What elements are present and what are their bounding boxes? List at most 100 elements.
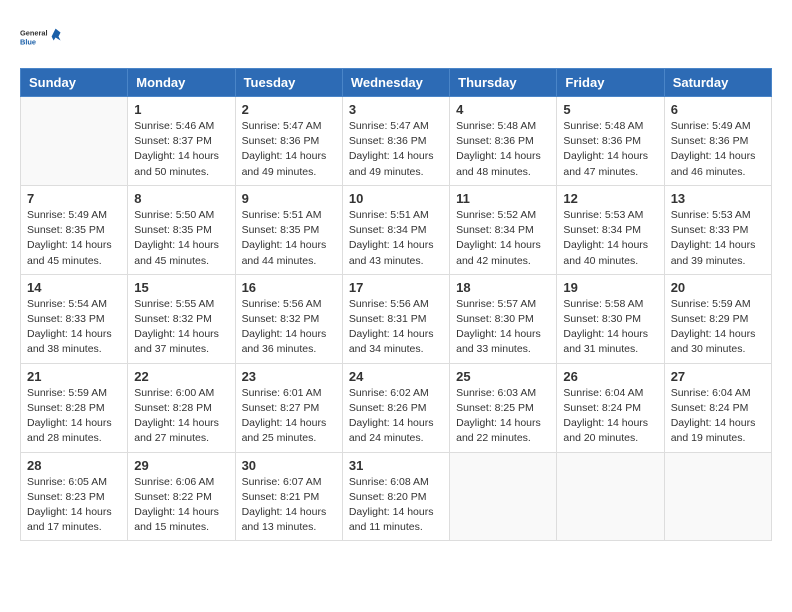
header: General Blue bbox=[20, 16, 772, 58]
calendar-cell: 29 Sunrise: 6:06 AM Sunset: 8:22 PM Dayli… bbox=[128, 452, 235, 541]
day-number: 23 bbox=[242, 369, 336, 384]
day-number: 2 bbox=[242, 102, 336, 117]
calendar-header-saturday: Saturday bbox=[664, 69, 771, 97]
calendar-cell: 3 Sunrise: 5:47 AM Sunset: 8:36 PM Daylig… bbox=[342, 97, 449, 186]
day-number: 7 bbox=[27, 191, 121, 206]
day-info: Sunrise: 6:02 AM Sunset: 8:26 PM Dayligh… bbox=[349, 386, 443, 447]
day-number: 12 bbox=[563, 191, 657, 206]
day-info: Sunrise: 5:59 AM Sunset: 8:29 PM Dayligh… bbox=[671, 297, 765, 358]
day-number: 30 bbox=[242, 458, 336, 473]
calendar-header-thursday: Thursday bbox=[450, 69, 557, 97]
calendar-cell: 15 Sunrise: 5:55 AM Sunset: 8:32 PM Dayli… bbox=[128, 274, 235, 363]
day-info: Sunrise: 6:04 AM Sunset: 8:24 PM Dayligh… bbox=[671, 386, 765, 447]
day-number: 22 bbox=[134, 369, 228, 384]
calendar-cell bbox=[664, 452, 771, 541]
calendar-header-row: SundayMondayTuesdayWednesdayThursdayFrid… bbox=[21, 69, 772, 97]
day-info: Sunrise: 5:47 AM Sunset: 8:36 PM Dayligh… bbox=[349, 119, 443, 180]
svg-text:General: General bbox=[20, 29, 48, 38]
day-info: Sunrise: 5:58 AM Sunset: 8:30 PM Dayligh… bbox=[563, 297, 657, 358]
day-number: 3 bbox=[349, 102, 443, 117]
day-info: Sunrise: 5:47 AM Sunset: 8:36 PM Dayligh… bbox=[242, 119, 336, 180]
calendar-cell: 27 Sunrise: 6:04 AM Sunset: 8:24 PM Dayli… bbox=[664, 363, 771, 452]
day-number: 26 bbox=[563, 369, 657, 384]
day-number: 27 bbox=[671, 369, 765, 384]
day-info: Sunrise: 5:51 AM Sunset: 8:35 PM Dayligh… bbox=[242, 208, 336, 269]
calendar-cell: 17 Sunrise: 5:56 AM Sunset: 8:31 PM Dayli… bbox=[342, 274, 449, 363]
day-number: 6 bbox=[671, 102, 765, 117]
day-number: 21 bbox=[27, 369, 121, 384]
day-info: Sunrise: 5:48 AM Sunset: 8:36 PM Dayligh… bbox=[456, 119, 550, 180]
day-info: Sunrise: 5:53 AM Sunset: 8:33 PM Dayligh… bbox=[671, 208, 765, 269]
logo: General Blue bbox=[20, 16, 62, 58]
calendar-cell: 8 Sunrise: 5:50 AM Sunset: 8:35 PM Daylig… bbox=[128, 185, 235, 274]
day-info: Sunrise: 6:05 AM Sunset: 8:23 PM Dayligh… bbox=[27, 475, 121, 536]
day-info: Sunrise: 5:56 AM Sunset: 8:31 PM Dayligh… bbox=[349, 297, 443, 358]
day-info: Sunrise: 5:52 AM Sunset: 8:34 PM Dayligh… bbox=[456, 208, 550, 269]
logo-svg: General Blue bbox=[20, 16, 62, 58]
calendar-cell: 2 Sunrise: 5:47 AM Sunset: 8:36 PM Daylig… bbox=[235, 97, 342, 186]
day-number: 29 bbox=[134, 458, 228, 473]
calendar-cell bbox=[450, 452, 557, 541]
calendar-cell: 22 Sunrise: 6:00 AM Sunset: 8:28 PM Dayli… bbox=[128, 363, 235, 452]
day-number: 31 bbox=[349, 458, 443, 473]
day-number: 1 bbox=[134, 102, 228, 117]
day-number: 17 bbox=[349, 280, 443, 295]
calendar-header-friday: Friday bbox=[557, 69, 664, 97]
day-number: 8 bbox=[134, 191, 228, 206]
day-info: Sunrise: 5:53 AM Sunset: 8:34 PM Dayligh… bbox=[563, 208, 657, 269]
calendar-cell: 4 Sunrise: 5:48 AM Sunset: 8:36 PM Daylig… bbox=[450, 97, 557, 186]
day-info: Sunrise: 5:54 AM Sunset: 8:33 PM Dayligh… bbox=[27, 297, 121, 358]
calendar-week-4: 21Sunrise: 5:59 AM Sunset: 8:28 PM Dayli… bbox=[21, 363, 772, 452]
calendar-week-5: 28 Sunrise: 6:05 AM Sunset: 8:23 PM Dayli… bbox=[21, 452, 772, 541]
calendar-week-1: 1 Sunrise: 5:46 AM Sunset: 8:37 PM Daylig… bbox=[21, 97, 772, 186]
calendar-cell: 24Sunrise: 6:02 AM Sunset: 8:26 PM Dayli… bbox=[342, 363, 449, 452]
calendar-cell: 23 Sunrise: 6:01 AM Sunset: 8:27 PM Dayli… bbox=[235, 363, 342, 452]
calendar-cell: 25Sunrise: 6:03 AM Sunset: 8:25 PM Dayli… bbox=[450, 363, 557, 452]
day-info: Sunrise: 6:00 AM Sunset: 8:28 PM Dayligh… bbox=[134, 386, 228, 447]
day-number: 10 bbox=[349, 191, 443, 206]
calendar-cell: 20 Sunrise: 5:59 AM Sunset: 8:29 PM Dayli… bbox=[664, 274, 771, 363]
day-info: Sunrise: 6:03 AM Sunset: 8:25 PM Dayligh… bbox=[456, 386, 550, 447]
calendar-cell: 18Sunrise: 5:57 AM Sunset: 8:30 PM Dayli… bbox=[450, 274, 557, 363]
calendar-cell: 16Sunrise: 5:56 AM Sunset: 8:32 PM Dayli… bbox=[235, 274, 342, 363]
day-info: Sunrise: 5:46 AM Sunset: 8:37 PM Dayligh… bbox=[134, 119, 228, 180]
calendar-cell: 12 Sunrise: 5:53 AM Sunset: 8:34 PM Dayli… bbox=[557, 185, 664, 274]
day-number: 18 bbox=[456, 280, 550, 295]
day-number: 28 bbox=[27, 458, 121, 473]
calendar-header-wednesday: Wednesday bbox=[342, 69, 449, 97]
calendar-cell: 7 Sunrise: 5:49 AM Sunset: 8:35 PM Daylig… bbox=[21, 185, 128, 274]
day-number: 15 bbox=[134, 280, 228, 295]
day-number: 13 bbox=[671, 191, 765, 206]
calendar-cell: 9 Sunrise: 5:51 AM Sunset: 8:35 PM Daylig… bbox=[235, 185, 342, 274]
day-info: Sunrise: 5:56 AM Sunset: 8:32 PM Dayligh… bbox=[242, 297, 336, 358]
calendar-cell: 10Sunrise: 5:51 AM Sunset: 8:34 PM Dayli… bbox=[342, 185, 449, 274]
calendar-cell: 5 Sunrise: 5:48 AM Sunset: 8:36 PM Daylig… bbox=[557, 97, 664, 186]
calendar-cell bbox=[557, 452, 664, 541]
day-info: Sunrise: 5:50 AM Sunset: 8:35 PM Dayligh… bbox=[134, 208, 228, 269]
calendar-header-monday: Monday bbox=[128, 69, 235, 97]
day-info: Sunrise: 6:06 AM Sunset: 8:22 PM Dayligh… bbox=[134, 475, 228, 536]
day-info: Sunrise: 5:49 AM Sunset: 8:35 PM Dayligh… bbox=[27, 208, 121, 269]
calendar-table: SundayMondayTuesdayWednesdayThursdayFrid… bbox=[20, 68, 772, 541]
calendar-week-3: 14Sunrise: 5:54 AM Sunset: 8:33 PM Dayli… bbox=[21, 274, 772, 363]
calendar-cell: 21Sunrise: 5:59 AM Sunset: 8:28 PM Dayli… bbox=[21, 363, 128, 452]
day-number: 20 bbox=[671, 280, 765, 295]
day-info: Sunrise: 6:07 AM Sunset: 8:21 PM Dayligh… bbox=[242, 475, 336, 536]
day-number: 19 bbox=[563, 280, 657, 295]
calendar-cell bbox=[21, 97, 128, 186]
calendar-cell: 31 Sunrise: 6:08 AM Sunset: 8:20 PM Dayli… bbox=[342, 452, 449, 541]
calendar-cell: 19 Sunrise: 5:58 AM Sunset: 8:30 PM Dayli… bbox=[557, 274, 664, 363]
day-info: Sunrise: 5:55 AM Sunset: 8:32 PM Dayligh… bbox=[134, 297, 228, 358]
day-info: Sunrise: 6:08 AM Sunset: 8:20 PM Dayligh… bbox=[349, 475, 443, 536]
calendar-cell: 30 Sunrise: 6:07 AM Sunset: 8:21 PM Dayli… bbox=[235, 452, 342, 541]
day-number: 9 bbox=[242, 191, 336, 206]
calendar-cell: 28 Sunrise: 6:05 AM Sunset: 8:23 PM Dayli… bbox=[21, 452, 128, 541]
calendar-cell: 6Sunrise: 5:49 AM Sunset: 8:36 PM Daylig… bbox=[664, 97, 771, 186]
day-number: 5 bbox=[563, 102, 657, 117]
calendar-cell: 13 Sunrise: 5:53 AM Sunset: 8:33 PM Dayli… bbox=[664, 185, 771, 274]
day-info: Sunrise: 6:01 AM Sunset: 8:27 PM Dayligh… bbox=[242, 386, 336, 447]
day-number: 4 bbox=[456, 102, 550, 117]
calendar-cell: 11Sunrise: 5:52 AM Sunset: 8:34 PM Dayli… bbox=[450, 185, 557, 274]
calendar-header-sunday: Sunday bbox=[21, 69, 128, 97]
day-info: Sunrise: 5:48 AM Sunset: 8:36 PM Dayligh… bbox=[563, 119, 657, 180]
